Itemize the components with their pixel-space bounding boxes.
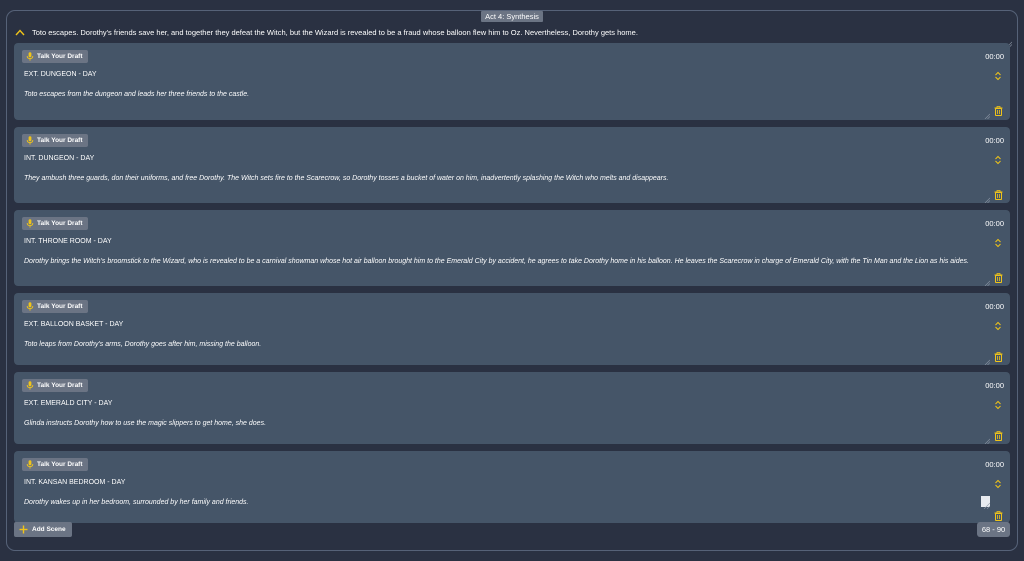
scene-card: Talk Your Draft EXT. DUNGEON - DAY Toto … — [14, 43, 1010, 120]
microphone-icon — [26, 219, 34, 228]
trash-icon[interactable] — [994, 508, 1003, 521]
scene-time: 00:00 — [985, 52, 1004, 61]
add-scene-button[interactable]: Add Scene — [14, 522, 72, 537]
trash-icon[interactable] — [994, 428, 1003, 441]
scene-description[interactable]: Toto escapes from the dungeon and leads … — [24, 89, 979, 100]
scene-time: 00:00 — [985, 219, 1004, 228]
scene-description[interactable]: Dorothy wakes up in her bedroom, surroun… — [24, 497, 979, 508]
resize-grip-icon[interactable] — [984, 273, 991, 287]
scene-time: 00:00 — [985, 381, 1004, 390]
act-summary-row: Toto escapes. Dorothy's friends save her… — [14, 24, 1013, 48]
chevron-up-icon[interactable] — [14, 26, 26, 38]
scene-card: Talk Your Draft INT. THRONE ROOM - DAY D… — [14, 210, 1010, 287]
scene-description[interactable]: Glinda instructs Dorothy how to use the … — [24, 418, 979, 429]
talk-your-draft-button[interactable]: Talk Your Draft — [22, 217, 88, 230]
scene-card: Talk Your Draft INT. DUNGEON - DAY They … — [14, 127, 1010, 204]
plus-icon — [19, 525, 28, 534]
scene-heading[interactable]: INT. DUNGEON - DAY — [24, 155, 94, 162]
scene-description[interactable]: Dorothy brings the Witch's broomstick to… — [24, 256, 979, 267]
talk-your-draft-label: Talk Your Draft — [37, 220, 83, 227]
talk-your-draft-label: Talk Your Draft — [37, 303, 83, 310]
sort-arrows-icon[interactable] — [994, 152, 1002, 165]
scene-heading[interactable]: EXT. BALLOON BASKET - DAY — [24, 321, 123, 328]
microphone-icon — [26, 381, 34, 390]
sort-arrows-icon[interactable] — [994, 68, 1002, 81]
scene-card: Talk Your Draft EXT. BALLOON BASKET - DA… — [14, 293, 1010, 366]
talk-your-draft-label: Talk Your Draft — [37, 137, 83, 144]
talk-your-draft-button[interactable]: Talk Your Draft — [22, 50, 88, 63]
scene-description[interactable]: They ambush three guards, don their unif… — [24, 173, 979, 184]
microphone-icon — [26, 460, 34, 469]
act-title: Act 4: Synthesis — [481, 11, 543, 22]
scene-card: Talk Your Draft INT. KANSAN BEDROOM - DA… — [14, 451, 1010, 523]
scene-time: 00:00 — [985, 136, 1004, 145]
scene-time: 00:00 — [985, 302, 1004, 311]
trash-icon[interactable] — [994, 103, 1003, 116]
talk-your-draft-label: Talk Your Draft — [37, 382, 83, 389]
scene-heading[interactable]: INT. THRONE ROOM - DAY — [24, 238, 112, 245]
microphone-icon — [26, 52, 34, 61]
microphone-icon — [26, 302, 34, 311]
trash-icon[interactable] — [994, 187, 1003, 200]
resize-grip-icon[interactable] — [984, 431, 991, 445]
scene-heading[interactable]: EXT. DUNGEON - DAY — [24, 71, 97, 78]
scene-description[interactable]: Toto leaps from Dorothy's arms, Dorothy … — [24, 339, 979, 350]
add-scene-label: Add Scene — [32, 526, 66, 533]
page-range-badge: 68 - 90 — [977, 522, 1010, 537]
act-summary-text[interactable]: Toto escapes. Dorothy's friends save her… — [32, 28, 638, 37]
resize-grip-icon[interactable] — [984, 190, 991, 204]
talk-your-draft-button[interactable]: Talk Your Draft — [22, 134, 88, 147]
scene-heading[interactable]: INT. KANSAN BEDROOM - DAY — [24, 479, 125, 486]
scene-card: Talk Your Draft EXT. EMERALD CITY - DAY … — [14, 372, 1010, 445]
trash-icon[interactable] — [994, 270, 1003, 283]
talk-your-draft-button[interactable]: Talk Your Draft — [22, 300, 88, 313]
scene-time: 00:00 — [985, 460, 1004, 469]
talk-your-draft-button[interactable]: Talk Your Draft — [22, 379, 88, 392]
resize-grip-icon[interactable] — [984, 106, 991, 120]
microphone-icon — [26, 136, 34, 145]
talk-your-draft-label: Talk Your Draft — [37, 53, 83, 60]
resize-grip-icon[interactable] — [1006, 34, 1013, 48]
talk-your-draft-label: Talk Your Draft — [37, 461, 83, 468]
sort-arrows-icon[interactable] — [994, 397, 1002, 410]
scene-heading[interactable]: EXT. EMERALD CITY - DAY — [24, 400, 112, 407]
talk-your-draft-button[interactable]: Talk Your Draft — [22, 458, 88, 471]
sort-arrows-icon[interactable] — [994, 235, 1002, 248]
resize-grip-icon[interactable] — [981, 496, 991, 510]
resize-grip-icon[interactable] — [984, 352, 991, 366]
sort-arrows-icon[interactable] — [994, 476, 1002, 489]
sort-arrows-icon[interactable] — [994, 318, 1002, 331]
trash-icon[interactable] — [994, 349, 1003, 362]
